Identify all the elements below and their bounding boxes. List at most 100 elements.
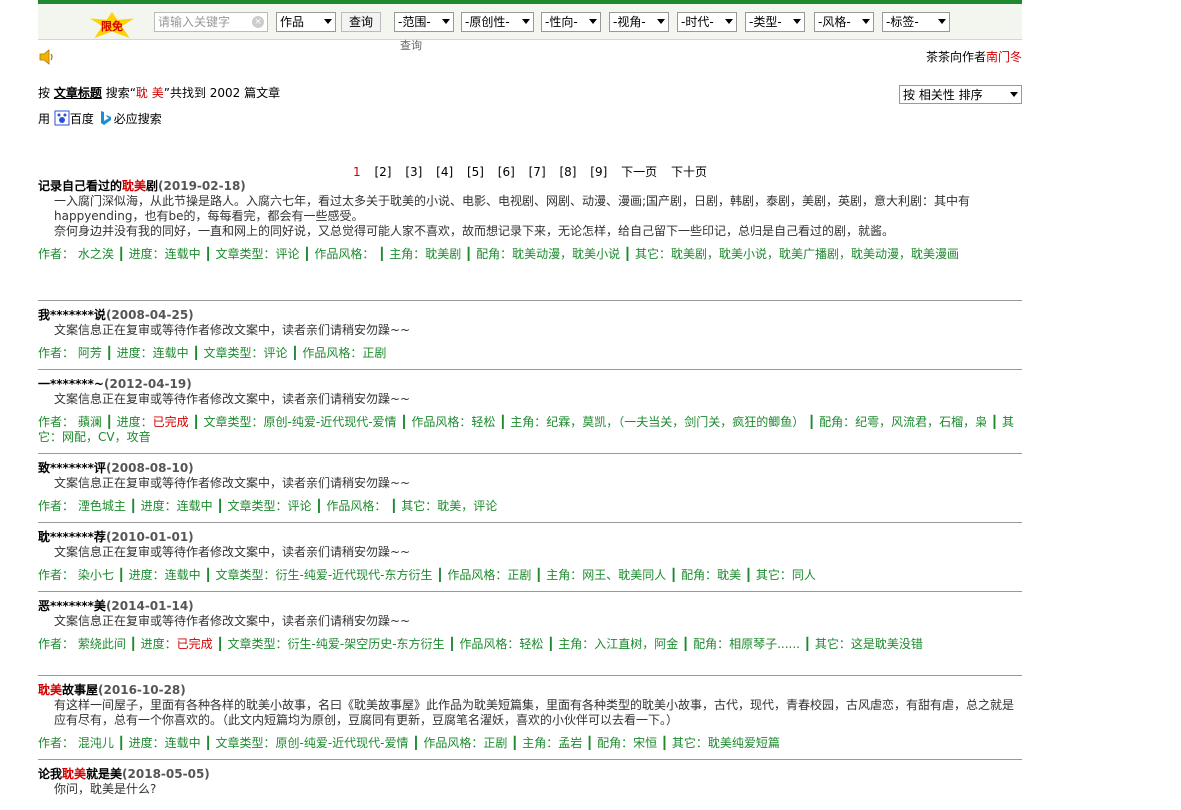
filter-originality[interactable]: -原创性- [461,12,534,32]
article-date: (2018-05-05) [122,767,210,781]
sort-select-value: 按 相关性 排序 [903,88,983,102]
search-input[interactable]: 请输入关键字 × [154,12,268,32]
article-meta: 作者： 湮色城主 ┃ 进度：连载中 ┃ 文章类型：评论 ┃ 作品风格： ┃ 其它… [38,499,498,513]
bing-icon[interactable] [98,110,114,126]
author-name-link[interactable]: 南门冬 [986,50,1022,64]
filter-label: -时代- [681,15,714,29]
filter-tag[interactable]: -标签- [882,12,950,32]
article-item: 致*******评(2008-08-10) 文案信息正在复审或等待作者修改文案中… [38,461,1022,514]
filter-label: -性向- [545,15,578,29]
page-link[interactable]: [7] [529,165,546,179]
page-link[interactable]: [2] [374,165,391,179]
top-toolbar: 限免 请输入关键字 × 作品 查询 -范围- -原创性- -性向- -视角- -… [38,0,1022,52]
divider [38,453,1022,454]
type-select[interactable]: 作品 [276,12,336,32]
pagination: 1 [2] [3] [4] [5] [6] [7] [8] [9] 下一页 下十… [0,163,1060,180]
meta-text: 作者： 蘋澜 ┃ 进度： [38,415,153,429]
page-link[interactable]: [4] [436,165,453,179]
page-link[interactable]: [5] [467,165,484,179]
divider [38,369,1022,370]
article-title[interactable]: 耽*******荐(2010-01-01) [38,530,1022,545]
article-title[interactable]: 一*******~(2012-04-19) [38,377,1022,392]
divider [38,300,1022,301]
article-description: 奈何身边并没有我的同好，一直和网上的同好说，又总觉得可能人家不喜欢，故而想记录下… [54,224,895,238]
title-text: 剧 [146,179,159,193]
article-date: (2014-01-14) [105,599,194,613]
title-text: 致*******评 [38,461,106,475]
chevron-down-icon [725,19,733,24]
article-meta: 作者： 水之涘 ┃ 进度：连载中 ┃ 文章类型：评论 ┃ 作品风格： ┃ 主角：… [38,247,959,261]
search-placeholder: 请输入关键字 [158,15,231,29]
article-meta: 作者： 混沌儿 ┃ 进度：连载中 ┃ 文章类型：原创-纯爱-近代现代-爱情 ┃ … [38,736,780,750]
title-text: 记录自己看过的 [38,179,123,193]
divider [38,759,1022,760]
article-date: (2008-04-25) [105,308,194,322]
sort-select[interactable]: 按 相关性 排序 [899,85,1022,104]
engine-prefix: 用 [38,112,51,126]
search-field-link[interactable]: 文章标题 [54,86,102,100]
status-badge: 已完成 [152,415,189,429]
filter-label: -类型- [749,15,782,29]
filter-label: -视角- [613,15,646,29]
summary-text: 搜索“ [105,86,136,100]
filter-style[interactable]: -风格- [814,12,874,32]
filter-era[interactable]: -时代- [677,12,737,32]
title-text: 故事屋 [62,683,99,697]
article-title[interactable]: 我*******说(2008-04-25) [38,308,1022,323]
article-title[interactable]: 记录自己看过的耽美剧(2019-02-18) [38,179,1022,194]
article-description: 文案信息正在复审或等待作者修改文案中，读者亲们请稍安勿躁~~ [54,323,411,337]
article-description: 文案信息正在复审或等待作者修改文案中，读者亲们请稍安勿躁~~ [54,614,411,628]
title-text: 耽*******荐 [38,530,106,544]
engine-links: 用 百度 必应搜索 [38,110,162,127]
page-link[interactable]: [3] [405,165,422,179]
page-link[interactable]: [8] [559,165,576,179]
article-item: 恶*******美(2014-01-14) 文案信息正在复审或等待作者修改文案中… [38,599,1022,652]
divider [38,591,1022,592]
search-keyword: 耽 美 [135,86,164,100]
filter-perspective[interactable]: -视角- [609,12,669,32]
filter-orientation[interactable]: -性向- [541,12,601,32]
article-meta: 作者： 蘋澜 ┃ 进度：已完成 ┃ 文章类型：原创-纯爱-近代现代-爱情 ┃ 作… [38,415,1022,445]
baidu-link[interactable]: 百度 [70,112,94,126]
filter-label: -标签- [886,15,919,29]
page-link[interactable]: [9] [590,165,607,179]
article-title[interactable]: 恶*******美(2014-01-14) [38,599,1022,614]
title-highlight: 耽美 [122,179,147,193]
filter-type[interactable]: -类型- [745,12,805,32]
title-text: 就是美 [86,767,123,781]
article-date: (2012-04-19) [103,377,192,391]
speaker-icon[interactable] [38,48,56,66]
article-title[interactable]: 致*******评(2008-08-10) [38,461,1022,476]
result-count: 2002 [209,86,241,100]
article-item: 耽美故事屋(2016-10-28) 有这样一间屋子，里面有各种各样的耽美小故事，… [38,683,1022,751]
baidu-icon[interactable] [54,110,70,126]
article-title[interactable]: 论我耽美就是美(2018-05-05) [38,767,1022,782]
title-text: 一*******~ [38,377,104,391]
article-description: 文案信息正在复审或等待作者修改文案中，读者亲们请稍安勿躁~~ [54,545,411,559]
free-badge[interactable]: 限免 [90,12,134,38]
query-label-below: 查询 [400,39,422,52]
article-title[interactable]: 耽美故事屋(2016-10-28) [38,683,1022,698]
chevron-down-icon [522,19,530,24]
article-description: 一入腐门深似海，从此节操是路人。入腐六七年，看过太多关于耽美的小说、电影、电视剧… [54,194,971,223]
article-date: (2016-10-28) [98,683,186,697]
chevron-down-icon [442,19,450,24]
filter-scope[interactable]: -范围- [394,12,454,32]
article-item: 记录自己看过的耽美剧(2019-02-18) 一入腐门深似海，从此节操是路人。入… [38,179,1022,262]
next-page-link[interactable]: 下一页 [621,165,657,179]
article-meta: 作者： 萦绕此间 ┃ 进度：已完成 ┃ 文章类型：衍生-纯爱-架空历史-东方衍生… [38,637,1022,652]
next-ten-pages-link[interactable]: 下十页 [671,165,707,179]
badge-label: 限免 [101,20,123,33]
divider [38,675,1022,676]
article-description: 你问，耽美是什么? [54,782,157,796]
article-item: 论我耽美就是美(2018-05-05) 你问，耽美是什么? [38,767,1022,797]
meta-text: ┃ 文章类型：衍生-纯爱-架空历史-东方衍生 ┃ 作品风格：轻松 ┃ 主角：入江… [212,637,923,651]
article-date: (2010-01-01) [105,530,194,544]
clear-icon[interactable]: × [252,16,264,28]
query-button[interactable]: 查询 [341,12,381,32]
title-text: 我*******说 [38,308,106,322]
page-link[interactable]: [6] [498,165,515,179]
divider [38,522,1022,523]
filter-label: -风格- [818,15,851,29]
bing-link[interactable]: 必应搜索 [114,112,162,126]
